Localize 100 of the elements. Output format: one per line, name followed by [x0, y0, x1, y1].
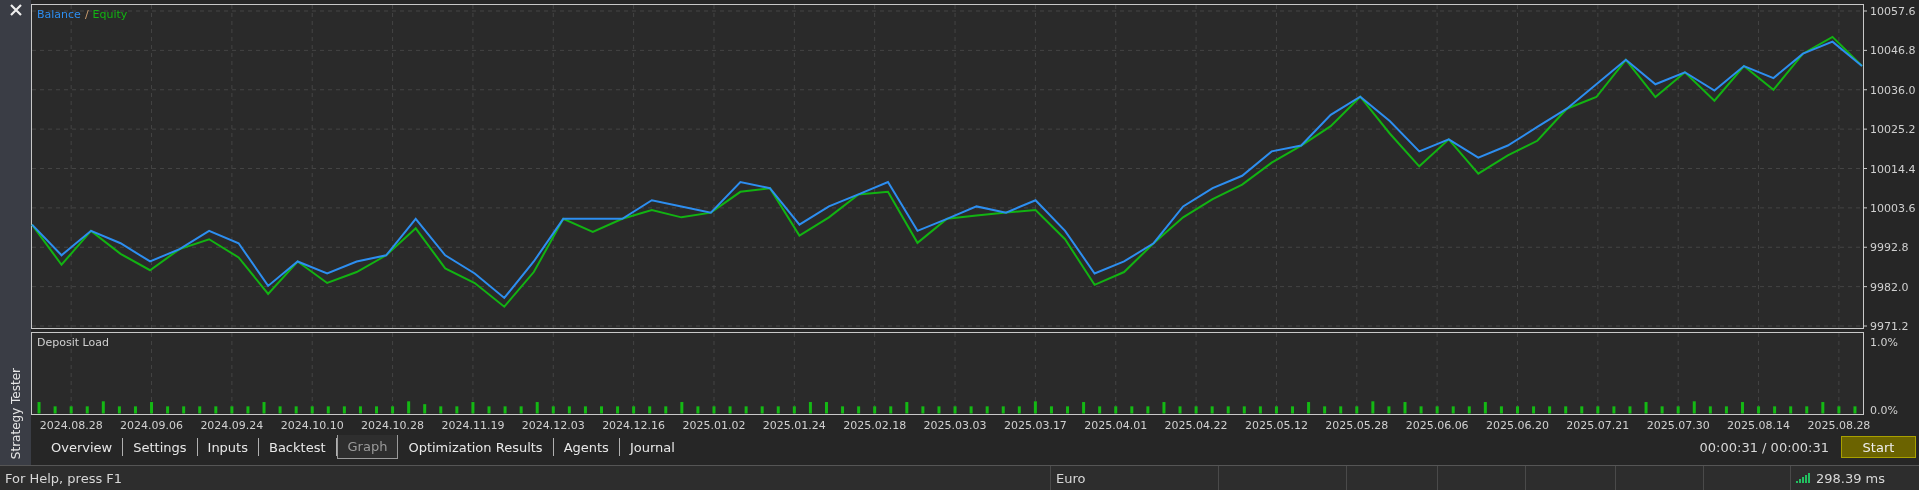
deposit-load-bar — [69, 406, 73, 414]
tab[interactable]: Graph — [336, 435, 399, 459]
deposit-load-bar — [1242, 406, 1246, 414]
panel-title: Strategy Tester — [8, 367, 23, 459]
deposit-load-bar — [1499, 406, 1503, 414]
deposit-load-bar — [1291, 406, 1294, 414]
tab[interactable]: Overview — [41, 438, 124, 456]
deposit-load-bar — [648, 406, 652, 414]
deposit-load-bar — [1532, 406, 1536, 414]
date-label: 2024.12.03 — [521, 419, 585, 432]
date-label: 2025.04.01 — [1084, 419, 1148, 432]
date-label: 2024.08.28 — [39, 419, 103, 432]
axis-tick-label: 10003.6 — [1870, 201, 1916, 215]
axis-tick-label: 10025.2 — [1870, 123, 1916, 137]
deposit-load-bar — [1307, 402, 1311, 414]
date-label: 2025.07.21 — [1566, 419, 1630, 432]
deposit-load-bar — [728, 406, 732, 414]
deposit-load-bar — [407, 401, 411, 414]
deposit-load-bar — [342, 406, 346, 414]
deposit-load-bar — [85, 406, 89, 414]
tab[interactable]: Settings — [123, 438, 198, 456]
deposit-load-bar — [1708, 406, 1712, 414]
date-label: 2024.09.24 — [200, 419, 264, 432]
deposit-load-bar — [1676, 406, 1680, 414]
deposit-load-bar — [1098, 406, 1102, 414]
deposit-load-bar — [776, 406, 780, 414]
deposit-load-bar — [1258, 406, 1262, 414]
latency-text: 298.39 ms — [1816, 470, 1886, 486]
deposit-load-bar — [230, 406, 234, 414]
axis-tick-label: 0.0% — [1870, 403, 1898, 417]
deposit-load-bar — [1371, 401, 1375, 414]
deposit-load-bar — [1162, 402, 1166, 414]
start-button[interactable]: Start — [1841, 436, 1916, 458]
deposit-load-bar — [1853, 406, 1857, 414]
deposit-load-bar — [1210, 406, 1214, 414]
date-label: 2025.03.17 — [1003, 419, 1067, 432]
date-label: 2024.09.06 — [120, 419, 183, 432]
tab[interactable]: Agents — [553, 438, 620, 456]
tab[interactable]: Journal — [619, 438, 685, 456]
deposit-load-bar — [519, 406, 523, 414]
deposit-load-bar — [503, 406, 507, 414]
date-label: 2025.01.24 — [762, 419, 826, 432]
axis-tick-label: 10014.4 — [1870, 162, 1916, 176]
deposit-load-bar — [1564, 406, 1568, 414]
axis-tick-label: 9992.8 — [1870, 241, 1909, 255]
axis-tick-label: 10046.8 — [1870, 44, 1916, 58]
date-label: 2025.06.20 — [1486, 419, 1549, 432]
deposit-load-bar — [1580, 406, 1584, 414]
date-label: 2025.01.02 — [682, 419, 746, 432]
deposit-load-bar — [166, 406, 170, 414]
deposit-load-bar — [1355, 406, 1359, 414]
deposit-load-bar — [889, 406, 893, 414]
deposit-load-bar — [1146, 406, 1150, 414]
deposit-load-bar — [921, 406, 925, 414]
chart-title: Deposit Load — [37, 336, 109, 349]
deposit-load-bar — [310, 406, 314, 414]
deposit-load-bar — [680, 402, 684, 414]
deposit-load-bar — [101, 401, 105, 414]
date-label: 2025.08.14 — [1727, 419, 1791, 432]
date-label: 2024.10.28 — [361, 419, 425, 432]
deposit-load-bar — [1017, 406, 1021, 414]
deposit-load-bar — [1033, 401, 1037, 414]
deposit-load-bar — [583, 406, 587, 414]
date-label: 2024.12.16 — [602, 419, 666, 432]
deposit-load-bar — [969, 406, 973, 414]
deposit-load-bar — [1789, 406, 1793, 414]
date-label: 2025.02.18 — [843, 419, 907, 432]
deposit-load-bar — [600, 406, 603, 414]
deposit-load-bar — [471, 402, 475, 414]
deposit-load-bar — [1403, 402, 1407, 414]
deposit-load-bar — [150, 402, 154, 414]
tab[interactable]: Inputs — [197, 438, 259, 456]
deposit-load-bar — [294, 406, 298, 414]
deposit-load-bar — [792, 406, 796, 414]
tab[interactable]: Backtest — [259, 438, 337, 456]
deposit-load-bar — [744, 406, 748, 414]
deposit-load-bar — [696, 406, 700, 414]
deposit-load-bar — [1483, 402, 1487, 414]
deposit-load-bar — [1049, 406, 1053, 414]
deposit-load-bar — [1387, 406, 1391, 414]
deposit-load-bar — [824, 402, 828, 414]
deposit-load-bar — [1628, 406, 1632, 414]
deposit-load-bar — [455, 406, 459, 414]
deposit-load-bar — [1274, 406, 1278, 414]
legend-separator: / — [84, 8, 89, 21]
axis-tick-label: 10036.0 — [1870, 83, 1916, 97]
close-icon[interactable] — [9, 4, 22, 16]
deposit-load-bar — [1805, 406, 1809, 414]
deposit-load-bar — [423, 404, 427, 414]
deposit-load-bar — [1467, 406, 1471, 414]
date-label: 2025.08.28 — [1807, 419, 1871, 432]
signal-icon — [1796, 472, 1810, 484]
date-label: 2025.04.22 — [1164, 419, 1228, 432]
date-label: 2024.10.10 — [280, 419, 344, 432]
tab[interactable]: Optimization Results — [398, 438, 554, 456]
deposit-load-bar — [182, 406, 186, 414]
date-label: 2024.11.19 — [441, 419, 505, 432]
deposit-load-bar — [53, 406, 57, 414]
deposit-load-bar — [1226, 406, 1230, 414]
deposit-load-bar — [262, 402, 266, 414]
